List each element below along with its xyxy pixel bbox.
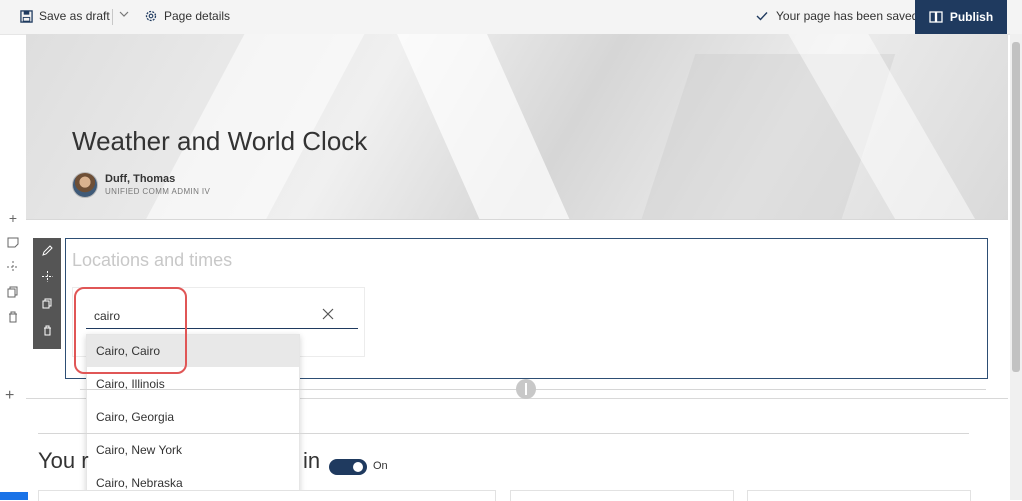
clear-search-button[interactable]	[320, 306, 336, 322]
save-draft-button[interactable]: Save as draft	[20, 9, 110, 23]
duplicate-webpart-button[interactable]	[37, 295, 57, 315]
edit-webpart-button[interactable]	[37, 242, 57, 262]
section-resize-handle[interactable]	[516, 379, 536, 399]
taskbar-corner	[0, 492, 28, 500]
add-section-icon[interactable]: +	[5, 387, 14, 405]
toggle-label: On	[373, 460, 388, 472]
chevron-down-icon	[119, 11, 129, 17]
content-card[interactable]	[38, 490, 496, 501]
add-section-icon[interactable]: +	[4, 209, 22, 227]
save-options-dropdown[interactable]	[119, 9, 135, 19]
author-name: Duff, Thomas	[105, 173, 176, 185]
save-status-text: Your page has been saved	[776, 9, 919, 23]
gear-icon	[145, 10, 157, 22]
book-icon	[929, 11, 943, 23]
webpart-toolbar	[33, 238, 61, 349]
suggestion-item[interactable]: Cairo, Georgia	[87, 401, 299, 433]
suggestion-item[interactable]: Cairo, New York	[87, 434, 299, 466]
avatar	[72, 172, 98, 198]
move-section-icon[interactable]	[4, 259, 22, 277]
save-status: Your page has been saved	[756, 9, 918, 23]
delete-webpart-button[interactable]	[37, 322, 57, 342]
content-divider	[38, 433, 969, 434]
toolbar-divider	[112, 9, 113, 25]
page-title[interactable]: Weather and World Clock	[72, 126, 367, 157]
duplicate-section-icon[interactable]	[4, 284, 22, 302]
toggle-switch[interactable]	[329, 459, 367, 475]
vertical-scrollbar[interactable]	[1010, 34, 1022, 500]
command-bar: Save as draft Page details Your page has…	[0, 0, 1022, 35]
background-shape	[392, 34, 590, 219]
scrollbar-thumb[interactable]	[1012, 42, 1020, 372]
save-icon	[20, 9, 33, 23]
copy-icon	[42, 298, 51, 309]
highlight-annotation	[74, 287, 187, 374]
publish-button[interactable]: Publish	[915, 0, 1007, 34]
content-card[interactable]	[510, 490, 734, 501]
webpart-title[interactable]: Locations and times	[72, 250, 232, 271]
publish-label: Publish	[949, 10, 994, 24]
page-details-button[interactable]: Page details	[144, 9, 230, 23]
page-details-label: Page details	[164, 9, 231, 23]
checkmark-icon	[756, 12, 768, 21]
edit-section-icon[interactable]	[4, 234, 22, 252]
save-draft-label: Save as draft	[39, 9, 110, 23]
author-title: UNIFIED COMM ADMIN IV	[105, 187, 211, 196]
section-heading: You r	[38, 448, 89, 473]
move-icon	[41, 271, 53, 282]
content-card[interactable]	[747, 490, 971, 501]
section-heading-end: in	[303, 448, 321, 473]
trash-icon	[43, 325, 51, 336]
move-webpart-button[interactable]	[37, 268, 57, 288]
pencil-icon	[41, 245, 53, 256]
page-header-banner: Weather and World Clock Duff, Thomas UNI…	[26, 34, 1008, 219]
delete-section-icon[interactable]	[4, 309, 22, 327]
close-icon	[322, 308, 334, 320]
